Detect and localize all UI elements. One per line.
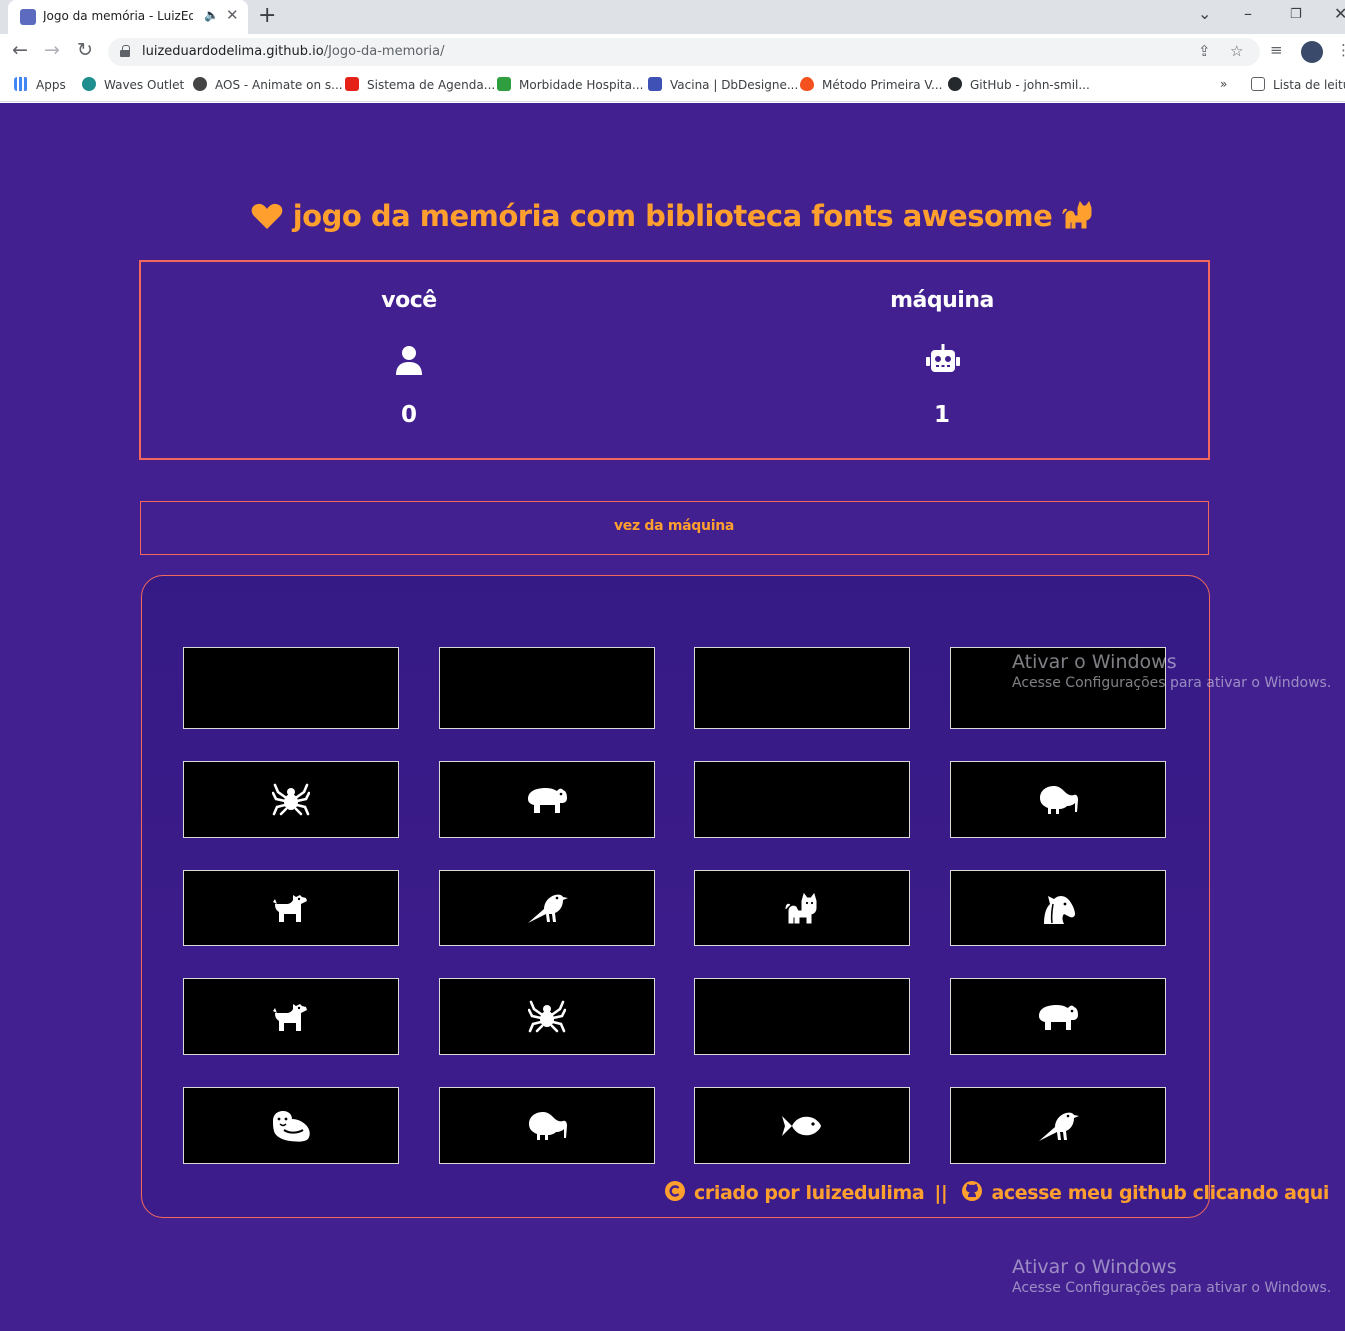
card-kiwi-bird[interactable]	[950, 761, 1166, 838]
github-icon	[961, 1180, 983, 1207]
bookmark-apps[interactable]: Apps	[14, 77, 66, 92]
bookmark-star-icon[interactable]: ☆	[1230, 42, 1243, 60]
bookmark-morbidade[interactable]: Morbidade Hospita...	[497, 77, 643, 92]
browser-titlebar: Jogo da memória - LuizEdul... 🔈 ✕ + ⌄ – …	[0, 0, 1345, 34]
card-hippo[interactable]	[950, 978, 1166, 1055]
card-dog[interactable]	[183, 870, 399, 946]
apps-grid-icon	[14, 77, 28, 91]
tab-title: Jogo da memória - LuizEdul...	[43, 9, 193, 23]
footer: Criado por LuizEduLima || Acesse meu gith…	[664, 1180, 1329, 1207]
card-kiwi-bird[interactable]	[439, 1087, 655, 1164]
copyright-icon	[664, 1180, 686, 1207]
card-hippo[interactable]	[439, 761, 655, 838]
player-score: 0	[400, 402, 417, 428]
card-face-down[interactable]	[694, 978, 910, 1055]
cat-icon	[1062, 198, 1094, 237]
restore-button[interactable]: ❐	[1290, 7, 1302, 22]
bookmark-sistema-agenda[interactable]: Sistema de Agenda...	[345, 77, 495, 92]
card-spider[interactable]	[439, 978, 655, 1055]
turn-text: Vez da Máquina	[613, 518, 735, 534]
card-spider[interactable]	[183, 761, 399, 838]
reading-list[interactable]: Lista de leitura	[1251, 77, 1345, 92]
minimize-button[interactable]: –	[1244, 4, 1252, 23]
speaker-icon[interactable]: 🔈	[204, 8, 219, 22]
card-face-down[interactable]	[439, 647, 655, 729]
card-cat[interactable]	[694, 870, 910, 946]
youtube-icon	[345, 77, 359, 91]
card-face-down[interactable]	[694, 647, 910, 729]
machine-score: 1	[933, 402, 950, 428]
page-title: Jogo da Memória com biblioteca Fonts Awe…	[0, 198, 1345, 237]
bookmark-aos[interactable]: AOS - Animate on s...	[193, 77, 343, 92]
card-face-down[interactable]	[950, 647, 1166, 729]
card-crow[interactable]	[950, 1087, 1166, 1164]
browser-tab[interactable]: Jogo da memória - LuizEdul... 🔈 ✕	[8, 0, 248, 34]
github-icon	[948, 77, 962, 91]
bookmark-metodo[interactable]: Método Primeira V...	[800, 77, 942, 92]
browser-toolbar: ← → ↻ luizeduardodelima.github.io/Jogo-d…	[0, 34, 1345, 70]
robot-icon	[926, 344, 960, 376]
waves-icon	[82, 77, 96, 91]
address-bar[interactable]: luizeduardodelima.github.io/Jogo-da-memo…	[108, 38, 1260, 66]
new-tab-button[interactable]: +	[258, 3, 276, 28]
heart-icon	[251, 202, 283, 237]
player-name: Você	[381, 288, 437, 313]
card-crow[interactable]	[439, 870, 655, 946]
back-button[interactable]: ←	[12, 39, 28, 61]
bookmark-github[interactable]: GitHub - john-smil...	[948, 77, 1090, 92]
url-text[interactable]: luizeduardodelima.github.io/Jogo-da-memo…	[142, 44, 445, 59]
reading-list-icon	[1251, 77, 1265, 91]
github-link[interactable]: Acesse meu github clicando aqui	[961, 1180, 1330, 1207]
dbdesigner-icon	[648, 77, 662, 91]
profile-avatar[interactable]	[1301, 41, 1323, 63]
footer-credit: Criado por LuizEduLima	[694, 1182, 925, 1204]
forward-button[interactable]: →	[44, 39, 60, 61]
close-window-button[interactable]: ✕	[1334, 4, 1345, 23]
card-fish[interactable]	[694, 1087, 910, 1164]
close-tab-icon[interactable]: ✕	[226, 6, 239, 24]
turn-indicator: Vez da Máquina	[140, 501, 1209, 555]
bookmark-vacina[interactable]: Vacina | DbDesigne...	[648, 77, 798, 92]
flame-icon	[800, 77, 814, 91]
reload-button[interactable]: ↻	[77, 39, 93, 61]
globe-icon	[193, 77, 207, 91]
card-face-down[interactable]	[694, 761, 910, 838]
menu-icon[interactable]: ⋮	[1336, 41, 1345, 59]
card-dog[interactable]	[183, 978, 399, 1055]
card-face-down[interactable]	[183, 647, 399, 729]
bookmarks-overflow-icon[interactable]: »	[1220, 77, 1227, 91]
tab-favicon-icon	[20, 9, 36, 25]
page-title-text: Jogo da Memória com biblioteca Fonts Awe…	[292, 199, 1053, 233]
user-icon	[393, 344, 425, 376]
machine-name: Máquina	[890, 288, 994, 313]
bookmark-waves-outlet[interactable]: Waves Outlet	[82, 77, 184, 92]
tab-search-icon[interactable]: ⌄	[1198, 4, 1211, 23]
lock-icon[interactable]	[120, 45, 130, 57]
cross-icon	[497, 77, 511, 91]
bookmarks-bar: Apps Waves Outlet AOS - Animate on s... …	[0, 70, 1345, 102]
scoreboard: Você 0 Máquina 1	[139, 260, 1210, 460]
share-icon[interactable]: ⇪	[1198, 42, 1211, 60]
card-horse-head[interactable]	[950, 870, 1166, 946]
media-control-icon[interactable]: ≡	[1270, 41, 1283, 59]
github-link-text: Acesse meu github clicando aqui	[991, 1182, 1330, 1204]
footer-separator: ||	[934, 1182, 948, 1204]
card-otter[interactable]	[183, 1087, 399, 1164]
